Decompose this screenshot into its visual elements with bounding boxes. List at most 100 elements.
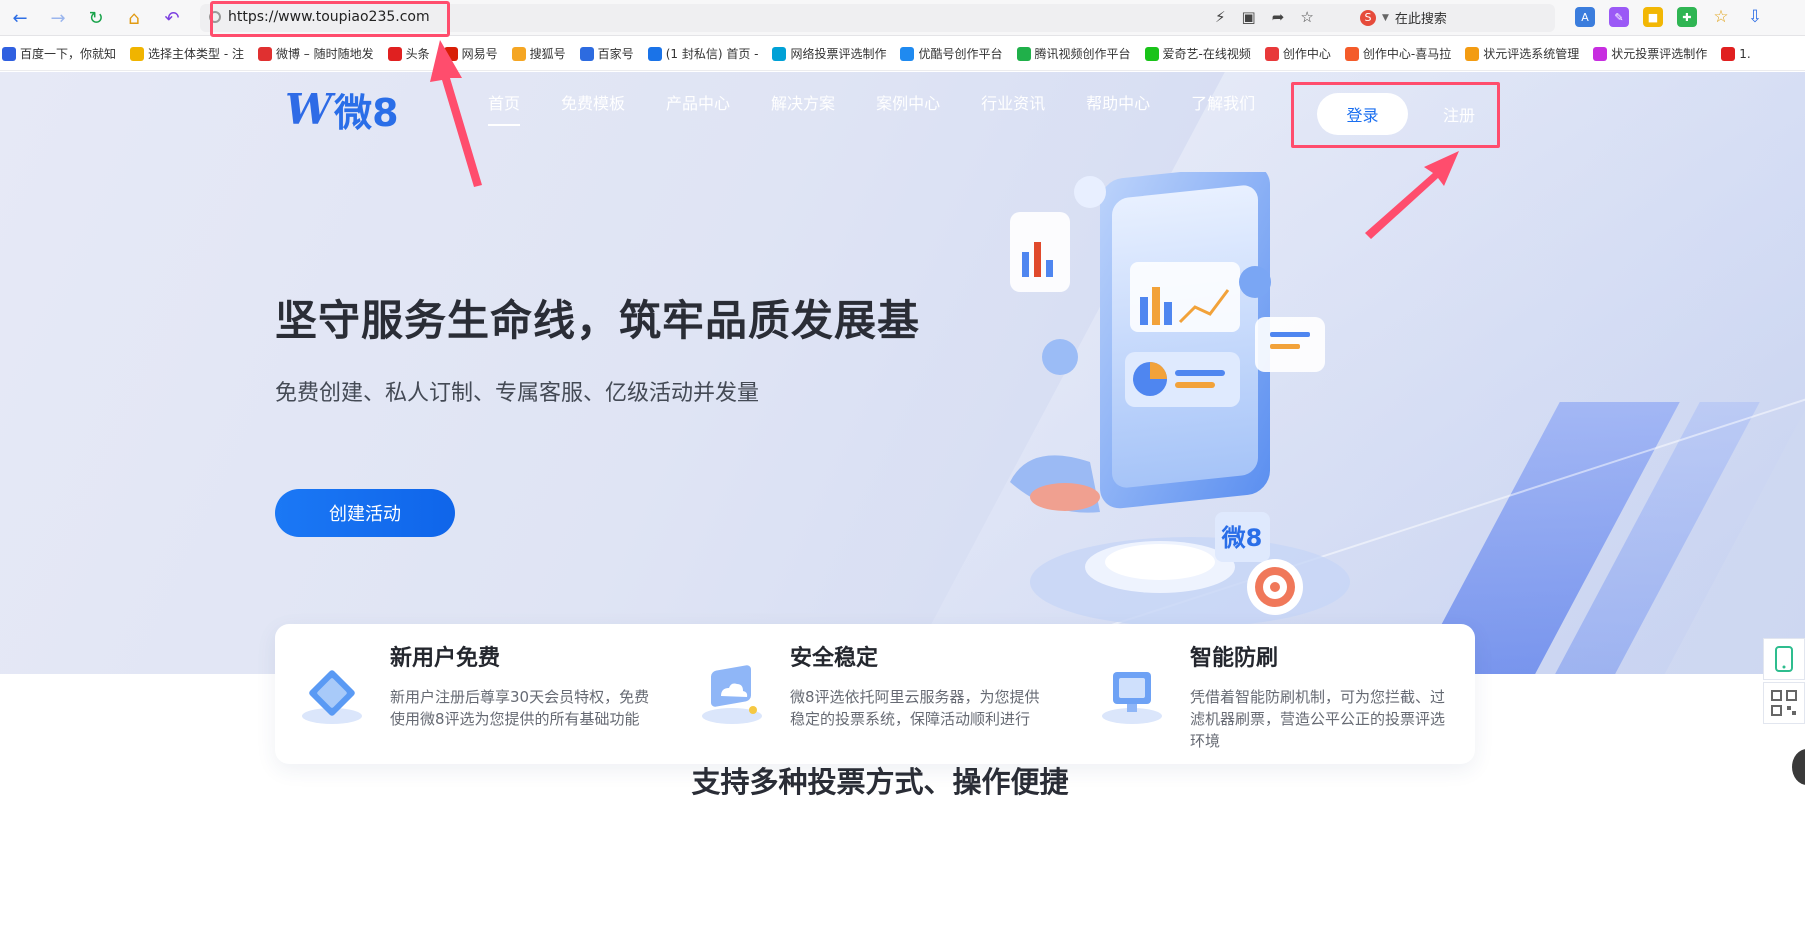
bookmark-favicon-icon: [387, 46, 402, 61]
bookmark-label: 1.: [1739, 46, 1751, 61]
bookmark-label: 搜狐号: [529, 47, 566, 61]
hero-title: 坚守服务生命线，筑牢品质发展基: [275, 296, 921, 345]
nav-item[interactable]: 行业资讯: [981, 90, 1045, 126]
home-icon[interactable]: ⌂: [122, 6, 146, 30]
bookmark-item[interactable]: (1 封私信) 首页 -: [647, 45, 759, 62]
search-placeholder: 在此搜索: [1394, 12, 1447, 27]
bookmark-label: (1 封私信) 首页 -: [665, 47, 759, 61]
nav-item[interactable]: 帮助中心: [1086, 90, 1150, 126]
logo-text: 微8: [334, 91, 399, 135]
mobile-phone-icon[interactable]: [1763, 638, 1805, 680]
search-engine-box[interactable]: S ▼ 在此搜索: [1360, 8, 1447, 27]
bookmark-favicon-icon: [1144, 46, 1159, 61]
bookmark-label: 爱奇艺-在线视频: [1162, 47, 1251, 61]
bookmark-label: 百家号: [597, 47, 634, 61]
bookmark-favicon-icon: [647, 46, 662, 61]
bookmark-item[interactable]: 百度一下，你就知: [2, 45, 116, 62]
feature-description: 微8评选依托阿里云服务器，为您提供稳定的投票系统，保障活动顺利进行: [790, 688, 1040, 728]
bookmark-favicon-icon: [257, 46, 272, 61]
nav-item[interactable]: 免费模板: [561, 90, 625, 126]
shield-monitor-icon: [1102, 672, 1162, 724]
qr-code-icon[interactable]: [1763, 682, 1805, 724]
download-icon[interactable]: ⇩: [1745, 7, 1765, 27]
bookmark-favicon-icon: [1721, 46, 1736, 61]
bookmark-item[interactable]: 创作中心: [1264, 45, 1331, 62]
nav-item[interactable]: 首页: [488, 90, 521, 126]
search-engine-icon: S: [1360, 9, 1376, 26]
favorites-star-icon[interactable]: ☆: [1711, 7, 1731, 27]
bookmark-item[interactable]: 创作中心-喜马拉: [1344, 45, 1452, 62]
translate-icon[interactable]: A: [1575, 7, 1595, 27]
main-nav: 首页 免费模板 产品中心 解决方案 案例中心 行业资讯 帮助中心 了解我们: [488, 90, 1296, 126]
pen-extension-icon[interactable]: ✎: [1609, 7, 1629, 27]
bookmark-label: 百度一下，你就知: [20, 47, 117, 61]
logo-letter: W: [285, 85, 333, 134]
folder-icon[interactable]: ■: [1643, 7, 1663, 27]
nav-item[interactable]: 解决方案: [771, 90, 835, 126]
bookmark-item[interactable]: 状元评选系统管理: [1465, 45, 1579, 62]
bookmark-label: 状元投票评选制作: [1611, 47, 1708, 61]
feature-card: 新用户免费 新用户注册后尊享30天会员特权，免费使用微8评选为您提供的所有基础功…: [275, 624, 675, 764]
bookmark-item[interactable]: 选择主体类型 - 注: [130, 45, 244, 62]
bookmark-item[interactable]: 1.: [1721, 46, 1751, 61]
undo-icon[interactable]: ↶: [160, 6, 184, 30]
screenshot-icon[interactable]: ▣: [1242, 8, 1256, 26]
hero-subtitle: 免费创建、私人订制、专属客服、亿级活动并发量: [275, 381, 760, 406]
feature-description: 凭借着智能防刷机制，可为您拦截、过滤机器刷票，营造公平公正的投票评选环境: [1190, 688, 1446, 750]
bookmark-favicon-icon: [1344, 46, 1359, 61]
bookmark-favicon-icon: [900, 46, 915, 61]
lightning-icon[interactable]: ⚡: [1215, 8, 1226, 26]
feature-card: 安全稳定 微8评选依托阿里云服务器，为您提供稳定的投票系统，保障活动顺利进行: [675, 624, 1075, 764]
bookmark-favicon-icon: [2, 46, 16, 61]
puzzle-icon[interactable]: ✚: [1677, 7, 1697, 27]
bookmark-label: 创作中心: [1282, 47, 1331, 61]
bookmarks-bar: 百度一下，你就知 选择主体类型 - 注 微博 – 随时随地发 头条 网易号 搜狐号 百家号 (…: [0, 37, 1805, 71]
cloud-server-icon: [702, 665, 762, 724]
bookmark-favicon-icon: [772, 46, 787, 61]
url-annotation-box: [210, 1, 450, 37]
bookmark-item[interactable]: 爱奇艺-在线视频: [1144, 45, 1251, 62]
feature-card: 智能防刷 凭借着智能防刷机制，可为您拦截、过滤机器刷票，营造公平公正的投票评选环…: [1075, 624, 1475, 764]
create-activity-button[interactable]: 创建活动: [275, 489, 455, 537]
cube-blocks-icon: [302, 670, 362, 724]
nav-item[interactable]: 了解我们: [1191, 90, 1255, 126]
bookmark-favicon-icon: [1465, 46, 1480, 61]
bookmark-favicon-icon: [1264, 46, 1279, 61]
feature-title: 安全稳定: [790, 646, 879, 671]
bookmark-favicon-icon: [511, 46, 526, 61]
hero-section: W 微8 首页 免费模板 产品中心 解决方案 案例中心 行业资讯 帮助中心 了解我们 登录 注…: [0, 72, 1805, 674]
share-icon[interactable]: ➦: [1272, 8, 1285, 26]
bookmark-favicon-icon: [130, 46, 145, 61]
bookmark-item[interactable]: 百家号: [579, 45, 634, 62]
bookmark-item[interactable]: 腾讯视频创作平台: [1016, 45, 1131, 62]
nav-item[interactable]: 案例中心: [876, 90, 940, 126]
feature-title: 智能防刷: [1190, 646, 1279, 671]
floating-avatar[interactable]: [1792, 749, 1805, 785]
feature-cards: 新用户免费 新用户注册后尊享30天会员特权，免费使用微8评选为您提供的所有基础功…: [275, 624, 1475, 764]
forward-arrow-icon[interactable]: →: [46, 6, 70, 30]
bookmark-item[interactable]: 优酷号创作平台: [900, 45, 1003, 62]
nav-item[interactable]: 产品中心: [666, 90, 730, 126]
section-title: 支持多种投票方式、操作便捷: [691, 765, 1069, 799]
floating-side-panel: [1763, 638, 1805, 724]
bookmark-label: 头条: [405, 47, 430, 61]
bookmark-item[interactable]: 网络投票评选制作: [772, 45, 886, 62]
bookmark-label: 状元评选系统管理: [1483, 47, 1580, 61]
webpage: W 微8 首页 免费模板 产品中心 解决方案 案例中心 行业资讯 帮助中心 了解我们 登录 注…: [0, 72, 1805, 951]
bookmark-item[interactable]: 网易号: [443, 45, 498, 62]
bookmark-favicon-icon: [1016, 46, 1031, 61]
bookmark-item[interactable]: 状元投票评选制作: [1593, 45, 1707, 62]
star-icon[interactable]: ☆: [1300, 8, 1313, 26]
back-arrow-icon[interactable]: ←: [8, 6, 32, 30]
bookmark-item[interactable]: 头条: [387, 45, 430, 62]
bookmark-label: 网络投票评选制作: [790, 47, 887, 61]
bookmark-label: 腾讯视频创作平台: [1034, 47, 1131, 61]
site-logo[interactable]: W 微8: [285, 82, 399, 137]
bookmark-label: 创作中心-喜马拉: [1362, 47, 1452, 61]
bookmark-favicon-icon: [1593, 46, 1608, 61]
bookmark-label: 优酷号创作平台: [918, 47, 1003, 61]
bookmark-favicon-icon: [579, 46, 594, 61]
reload-icon[interactable]: ↻: [84, 6, 108, 30]
bookmark-item[interactable]: 搜狐号: [511, 45, 566, 62]
bookmark-item[interactable]: 微博 – 随时随地发: [257, 45, 374, 62]
